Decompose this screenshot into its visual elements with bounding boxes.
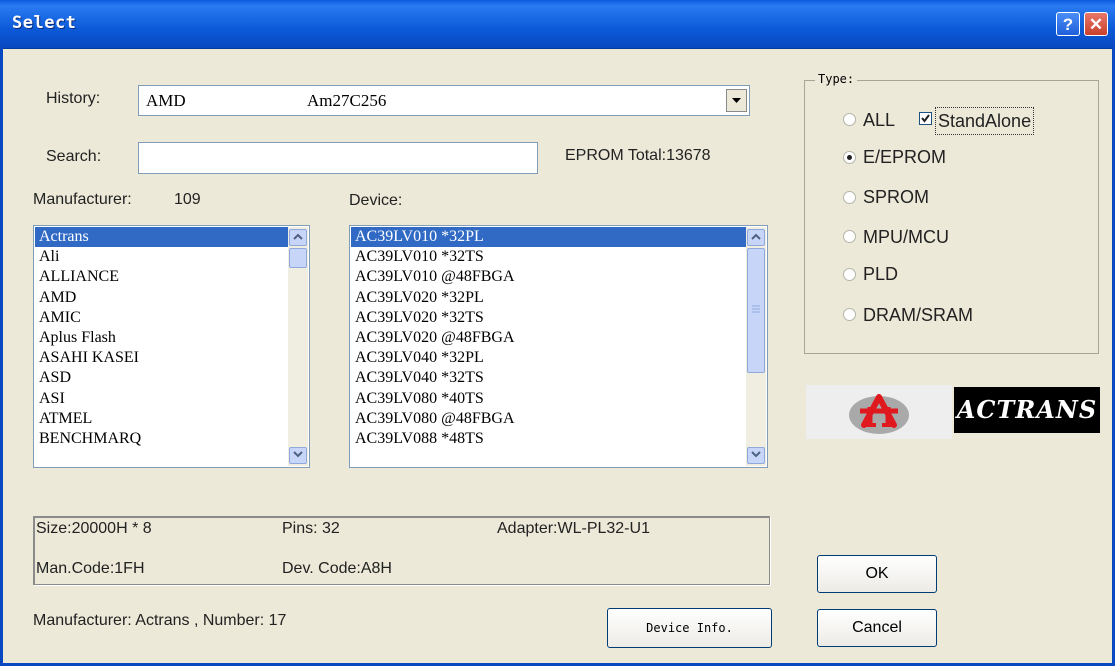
list-item[interactable]: AC39LV020 @48FBGA — [351, 328, 746, 348]
radio-eeprom-label[interactable]: E/EPROM — [863, 147, 946, 168]
list-item[interactable]: Actrans — [35, 227, 288, 248]
history-device: Am27C256 — [307, 91, 387, 110]
list-item[interactable]: AMD — [35, 288, 288, 308]
list-item[interactable]: AC39LV020 *32TS — [351, 308, 746, 328]
help-button[interactable]: ? — [1056, 12, 1080, 36]
list-item[interactable]: AC39LV088 *48TS — [351, 429, 746, 449]
history-combobox[interactable]: AMD Am27C256 — [138, 85, 750, 116]
list-item[interactable]: AC39LV080 *40TS — [351, 389, 746, 409]
window-title: Select — [12, 13, 77, 33]
manufacturer-scrollbar[interactable] — [288, 227, 308, 466]
list-item[interactable]: AC39LV010 @48FBGA — [351, 267, 746, 287]
radio-dram-sram-label[interactable]: DRAM/SRAM — [863, 305, 973, 326]
type-legend: Type: — [815, 72, 858, 86]
actrans-wordmark: ACTRANS — [954, 387, 1100, 433]
manufacturer-label: Manufacturer: — [33, 191, 132, 208]
scroll-thumb[interactable] — [289, 248, 307, 268]
history-label: History: — [46, 90, 101, 107]
list-item[interactable]: AC39LV040 *32PL — [351, 348, 746, 368]
info-size: Size:20000H * 8 — [36, 520, 152, 537]
eprom-total: EPROM Total:13678 — [565, 147, 711, 164]
search-input[interactable] — [138, 142, 538, 174]
info-man-code: Man.Code:1FH — [36, 560, 145, 577]
dropdown-arrow-icon[interactable] — [726, 89, 747, 112]
radio-mpu-mcu[interactable] — [843, 230, 856, 243]
info-adapter: Adapter:WL-PL32-U1 — [497, 520, 650, 537]
device-list[interactable]: AC39LV010 *32PL AC39LV010 *32TS AC39LV01… — [349, 225, 768, 468]
list-item[interactable]: ASD — [35, 368, 288, 388]
radio-sprom[interactable] — [843, 191, 856, 204]
list-item[interactable]: BENCHMARQ — [35, 429, 288, 449]
list-item[interactable]: ASAHI KASEI — [35, 348, 288, 368]
list-item[interactable]: AC39LV040 *32TS — [351, 368, 746, 388]
radio-mpu-mcu-label[interactable]: MPU/MCU — [863, 227, 949, 248]
scroll-up-icon[interactable] — [289, 229, 307, 246]
list-item[interactable]: ALLIANCE — [35, 267, 288, 287]
history-manufacturer: AMD — [146, 91, 186, 110]
info-dev-code: Dev. Code:A8H — [282, 560, 392, 577]
standalone-checkbox[interactable] — [919, 112, 932, 125]
title-bar[interactable] — [0, 0, 1115, 49]
list-item[interactable]: AC39LV080 @48FBGA — [351, 409, 746, 429]
list-item[interactable]: Ali — [35, 247, 288, 267]
radio-all-label[interactable]: ALL — [863, 110, 895, 131]
search-label: Search: — [46, 148, 102, 165]
radio-sprom-label[interactable]: SPROM — [863, 187, 929, 208]
manufacturer-count: 109 — [174, 191, 201, 208]
close-button[interactable]: ✕ — [1084, 12, 1108, 36]
device-label: Device: — [349, 192, 403, 209]
list-item[interactable]: ATMEL — [35, 409, 288, 429]
list-item[interactable]: AC39LV020 *32PL — [351, 288, 746, 308]
list-item[interactable]: AC39LV010 *32TS — [351, 247, 746, 267]
device-info-button[interactable]: Device Info. — [607, 608, 772, 648]
device-list-items: AC39LV010 *32PL AC39LV010 *32TS AC39LV01… — [351, 227, 746, 449]
cancel-button[interactable]: Cancel — [817, 609, 937, 647]
radio-pld-label[interactable]: PLD — [863, 264, 898, 285]
window-border-left — [0, 48, 3, 666]
list-item[interactable]: AC39LV010 *32PL — [351, 227, 746, 248]
standalone-label[interactable]: StandAlone — [935, 107, 1035, 135]
actrans-logo-icon — [806, 385, 952, 439]
device-info-panel: Size:20000H * 8 Pins: 32 Adapter:WL-PL32… — [33, 516, 770, 585]
scroll-down-icon[interactable] — [747, 447, 765, 464]
scroll-up-icon[interactable] — [747, 229, 765, 246]
manufacturer-list[interactable]: Actrans Ali ALLIANCE AMD AMIC Aplus Flas… — [33, 225, 310, 468]
list-item[interactable]: ASI — [35, 389, 288, 409]
info-pins: Pins: 32 — [282, 520, 340, 537]
device-scrollbar[interactable] — [746, 227, 766, 466]
status-text: Manufacturer: Actrans , Number: 17 — [33, 612, 287, 629]
manufacturer-list-items: Actrans Ali ALLIANCE AMD AMIC Aplus Flas… — [35, 227, 288, 449]
scroll-thumb[interactable] — [747, 248, 765, 373]
list-item[interactable]: Aplus Flash — [35, 328, 288, 348]
list-item[interactable]: AMIC — [35, 308, 288, 328]
radio-all[interactable] — [843, 113, 856, 126]
scroll-down-icon[interactable] — [289, 447, 307, 464]
radio-dram-sram[interactable] — [843, 308, 856, 321]
ok-button[interactable]: OK — [817, 555, 937, 593]
radio-pld[interactable] — [843, 268, 856, 281]
logo-text: ACTRANS — [956, 395, 1098, 424]
radio-eeprom[interactable] — [843, 151, 856, 164]
